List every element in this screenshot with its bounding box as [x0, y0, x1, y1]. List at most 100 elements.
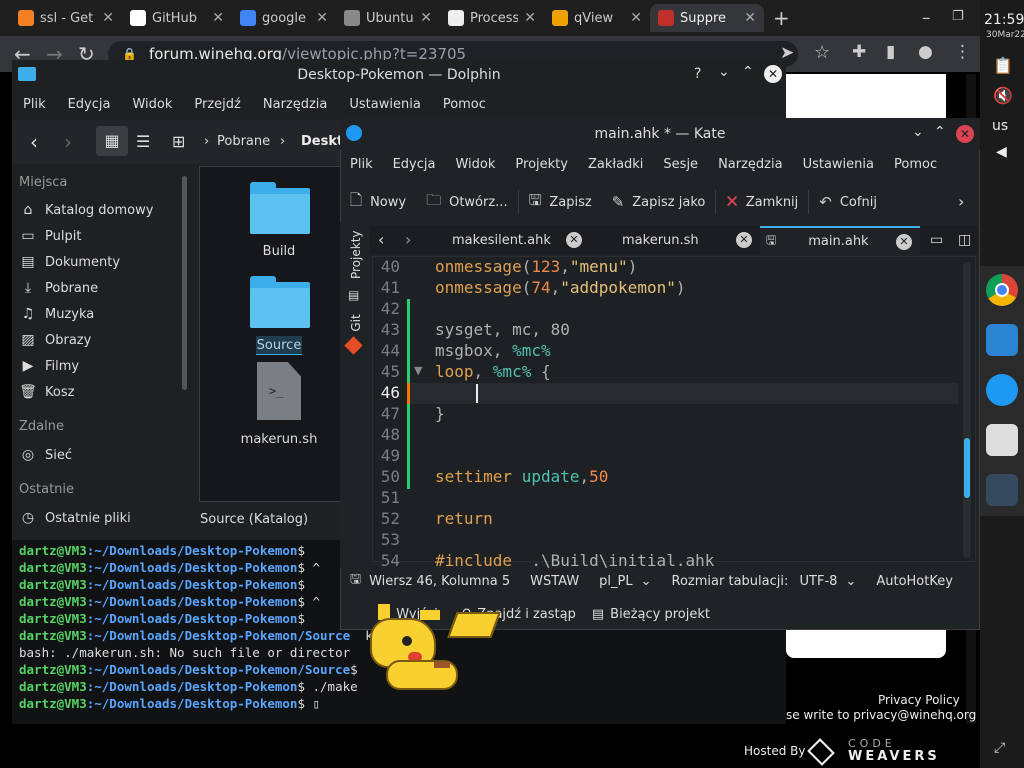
breadcrumb-desktop[interactable]: Deskt — [301, 134, 343, 149]
close-tab-icon[interactable]: ✕ — [102, 10, 114, 26]
menu-item[interactable]: Pomoc — [432, 97, 497, 112]
close-tab-icon[interactable]: ✕ — [316, 10, 328, 26]
place-item[interactable]: ▨ Obrazy — [19, 332, 91, 348]
editor-tab[interactable]: 🖫 main.ahk ✕ — [760, 226, 920, 254]
status-encoding[interactable]: UTF-8 ⌄ — [790, 574, 867, 589]
forward-icon[interactable]: › — [64, 130, 72, 154]
code-line[interactable]: settimer update,50 — [435, 466, 608, 487]
close-tab-icon[interactable]: ✕ — [736, 232, 752, 248]
menu-item[interactable]: Widok — [445, 157, 505, 172]
maximize-icon[interactable]: ⌃ — [742, 64, 754, 80]
menu-item[interactable]: Widok — [121, 97, 183, 112]
browser-tab[interactable]: Suppre ✕ — [650, 4, 764, 32]
show-desktop-icon[interactable]: ⤢ — [994, 740, 1005, 756]
status-mode[interactable]: WSTAW — [520, 574, 589, 589]
extensions-icon[interactable]: ✚ — [852, 44, 866, 61]
toolbar-button[interactable]: 🗀 Otwórz... — [416, 190, 518, 215]
status-syntax[interactable]: AutoHotKey⌄ — [866, 574, 956, 589]
icons-view-button[interactable]: ▦ — [96, 126, 128, 156]
dolphin-titlebar[interactable]: Desktop-Pokemon — Dolphin — [12, 60, 786, 90]
script-file-icon[interactable]: >_ — [257, 362, 301, 420]
code-line[interactable]: onmessage(74,"addpokemon") — [435, 277, 685, 298]
status-tab_size[interactable]: Rozmiar tabulacji: 4⌄ — [662, 574, 790, 589]
menu-item[interactable]: Edycja — [383, 157, 446, 172]
file-name[interactable]: makerun.sh — [219, 432, 339, 447]
side-tab-git[interactable]: Git — [349, 311, 363, 335]
konsole-app-icon[interactable] — [986, 474, 1018, 506]
place-item[interactable]: ▤ Dokumenty — [19, 254, 120, 270]
place-item[interactable]: ⌂ Katalog domowy — [19, 202, 154, 218]
status-lang[interactable]: pl_PL ⌄ — [589, 574, 661, 589]
toolview-button[interactable]: ▤ Bieżący projekt — [584, 607, 718, 622]
compact-view-button[interactable]: ☰ — [136, 132, 150, 151]
close-tab-icon[interactable]: ✕ — [420, 10, 432, 26]
menu-item[interactable]: Ustawienia — [338, 97, 431, 112]
pikachu-sprite[interactable] — [364, 596, 504, 700]
menu-item[interactable]: Narzędzia — [708, 157, 793, 172]
menu-item[interactable]: Ustawienia — [793, 157, 884, 172]
place-item[interactable]: 🗑 Kosz — [19, 384, 74, 400]
toolbar-button[interactable]: 🖫 Zapisz — [519, 190, 602, 215]
toolbar-more-icon[interactable]: › — [958, 192, 964, 211]
chrome-menu-icon[interactable]: ⋮ — [954, 44, 971, 61]
new-tab-icon[interactable]: ▭ — [930, 232, 943, 248]
back-icon[interactable]: ‹ — [30, 130, 38, 154]
close-tab-icon[interactable]: ✕ — [630, 10, 642, 26]
dolphin-app-icon[interactable] — [986, 324, 1018, 356]
menu-item[interactable]: Sesje — [653, 157, 708, 172]
tray-expand-icon[interactable]: ◀ — [996, 144, 1007, 160]
privacy-policy-link[interactable]: Privacy Policy — [878, 693, 960, 707]
split-view-icon[interactable]: ◫ — [958, 232, 971, 248]
side-tab-projekty[interactable]: Projekty — [349, 230, 363, 279]
help-icon[interactable]: ? — [694, 66, 701, 82]
kate-app-icon[interactable] — [986, 374, 1018, 406]
menu-item[interactable]: Narzędzia — [252, 97, 339, 112]
restore-icon[interactable]: ❐ — [952, 10, 964, 23]
breadcrumb-pobrane[interactable]: Pobrane — [217, 134, 270, 149]
folder-icon[interactable] — [250, 276, 310, 328]
places-scrollbar[interactable] — [182, 176, 187, 390]
close-icon[interactable]: ✕ — [956, 125, 974, 143]
browser-tab[interactable]: ssl - Get ✕ — [10, 4, 122, 32]
place-item[interactable]: ▭ Pulpit — [19, 228, 81, 244]
menu-item[interactable]: Plik — [12, 97, 57, 112]
minimize-icon[interactable]: – — [922, 10, 931, 27]
writer-app-icon[interactable] — [986, 424, 1018, 456]
bookmark-star-icon[interactable]: ☆ — [814, 44, 830, 62]
place-item[interactable]: ⤓ Pobrane — [19, 280, 98, 296]
status-position[interactable]: 🖫 Wiersz 46, Kolumna 5 — [340, 570, 520, 592]
menu-item[interactable]: Przejdź — [183, 97, 251, 112]
close-tab-icon[interactable]: ✕ — [744, 10, 756, 26]
code-line[interactable]: onmessage(123,"menu") — [435, 256, 637, 277]
menu-item[interactable]: Projekty — [505, 157, 578, 172]
minimize-icon[interactable]: ⌄ — [718, 64, 730, 80]
close-tab-icon[interactable]: ✕ — [212, 10, 224, 26]
browser-tab[interactable]: qView ✕ — [544, 4, 650, 32]
browser-tab[interactable]: Process ✕ — [440, 4, 544, 32]
maximize-icon[interactable]: ⌃ — [934, 124, 946, 140]
new-tab-button[interactable]: + — [773, 8, 790, 28]
code-line[interactable]: return — [435, 508, 493, 529]
close-tab-icon[interactable]: ✕ — [566, 232, 582, 248]
volume-muted-icon[interactable]: 🔇 — [993, 86, 1013, 105]
clipboard-icon[interactable]: 📋 — [993, 56, 1013, 75]
editor-scrollbar[interactable] — [963, 262, 971, 558]
toolbar-button[interactable]: 🗙 Zamknij — [716, 190, 808, 215]
folder-icon[interactable] — [250, 182, 310, 234]
close-icon[interactable]: ✕ — [764, 65, 782, 83]
browser-tab[interactable]: GitHub ✕ — [122, 4, 232, 32]
code-line[interactable] — [435, 382, 474, 403]
profile-icon[interactable]: ● — [918, 44, 933, 61]
close-tab-icon[interactable]: ✕ — [896, 234, 912, 250]
tab-scroll-right-icon[interactable]: › — [405, 230, 411, 249]
code-line[interactable]: } — [435, 403, 445, 424]
editor-tab[interactable]: makesilent.ahk ✕ — [428, 226, 590, 254]
menu-item[interactable]: Edycja — [57, 97, 122, 112]
toolbar-button[interactable]: ✎ Zapisz jako — [602, 193, 716, 211]
code-line[interactable]: sysget, mc, 80 — [435, 319, 570, 340]
close-tab-icon[interactable]: ✕ — [524, 10, 536, 26]
browser-tab[interactable]: google ✕ — [232, 4, 336, 32]
code-line[interactable]: loop, %mc% { — [435, 361, 551, 382]
codeweavers-logo[interactable]: CODE WEAVERS — [804, 737, 954, 767]
place-item[interactable]: ▶ Filmy — [19, 358, 80, 374]
